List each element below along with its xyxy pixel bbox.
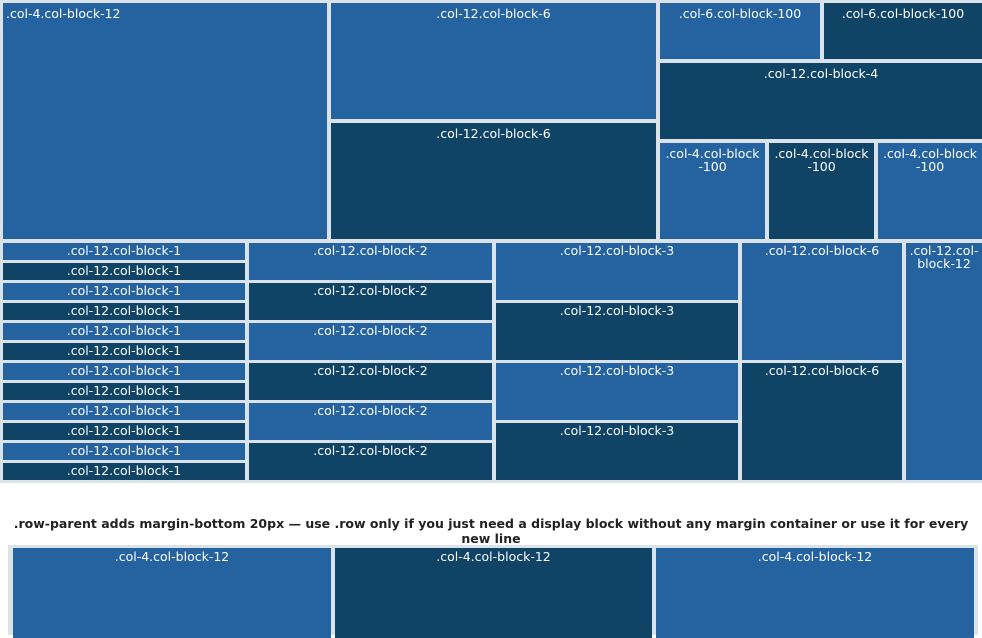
grid-block: .col-12.col-block-6 xyxy=(331,123,656,239)
grid-block: .col-12.col-block-1 xyxy=(3,263,245,280)
grid-block: .col-6.col-block-100 xyxy=(660,3,820,59)
grid-block: .col-4.col-block-12 xyxy=(335,548,652,638)
grid-block: .col-12.col-block-6 xyxy=(742,243,902,360)
grid-block: .col-4.col-block-12 xyxy=(3,3,327,239)
grid-block: .col-12.col-block-1 xyxy=(3,243,245,260)
grid-block-label: .col-4.col-block-100 xyxy=(774,146,869,174)
grid-block: .col-12.col-block-2 xyxy=(249,283,492,320)
grid-block-label: .col-12.col-block-12 xyxy=(909,243,979,271)
grid-block: .col-12.col-block-3 xyxy=(496,363,738,420)
grid-block: .col-12.col-block-1 xyxy=(3,363,245,380)
grid-block: .col-12.col-block-1 xyxy=(3,463,245,480)
grid-block: .col-12.col-block-2 xyxy=(249,243,492,280)
grid-block: .col-12.col-block-12 xyxy=(906,243,982,480)
grid-block: .col-4.col-block-100 xyxy=(878,143,982,239)
row-parent-note: .row-parent adds margin-bottom 20px — us… xyxy=(13,516,969,546)
grid-block: .col-12.col-block-2 xyxy=(249,403,492,440)
grid-block: .col-12.col-block-3 xyxy=(496,243,738,300)
grid-block: .col-12.col-block-1 xyxy=(3,403,245,420)
grid-block: .col-12.col-block-6 xyxy=(331,3,656,119)
grid-block: .col-4.col-block-100 xyxy=(660,143,765,239)
grid-block: .col-4.col-block-12 xyxy=(13,548,331,638)
grid-demo-bottom: .col-4.col-block-12 .col-4.col-block-12 … xyxy=(8,545,978,638)
grid-block-label: .col-4.col-block-100 xyxy=(882,146,978,174)
grid-block: .col-12.col-block-4 xyxy=(660,63,982,139)
grid-block: .col-12.col-block-1 xyxy=(3,283,245,300)
grid-demo: .col-4.col-block-12 .col-12.col-block-6 … xyxy=(0,0,982,483)
grid-block: .col-12.col-block-2 xyxy=(249,443,492,480)
grid-block: .col-12.col-block-3 xyxy=(496,303,738,360)
grid-block: .col-12.col-block-1 xyxy=(3,303,245,320)
grid-block: .col-12.col-block-1 xyxy=(3,383,245,400)
grid-block: .col-12.col-block-3 xyxy=(496,423,738,480)
grid-block: .col-12.col-block-1 xyxy=(3,323,245,340)
grid-block: .col-12.col-block-1 xyxy=(3,423,245,440)
grid-block: .col-12.col-block-2 xyxy=(249,323,492,360)
grid-block: .col-12.col-block-2 xyxy=(249,363,492,400)
grid-block-label: .col-4.col-block-100 xyxy=(665,146,760,174)
grid-block: .col-12.col-block-6 xyxy=(742,363,902,480)
grid-block: .col-6.col-block-100 xyxy=(824,3,982,59)
grid-block: .col-12.col-block-1 xyxy=(3,343,245,360)
grid-block: .col-12.col-block-1 xyxy=(3,443,245,460)
grid-block: .col-4.col-block-12 xyxy=(656,548,974,638)
grid-block: .col-4.col-block-100 xyxy=(769,143,874,239)
